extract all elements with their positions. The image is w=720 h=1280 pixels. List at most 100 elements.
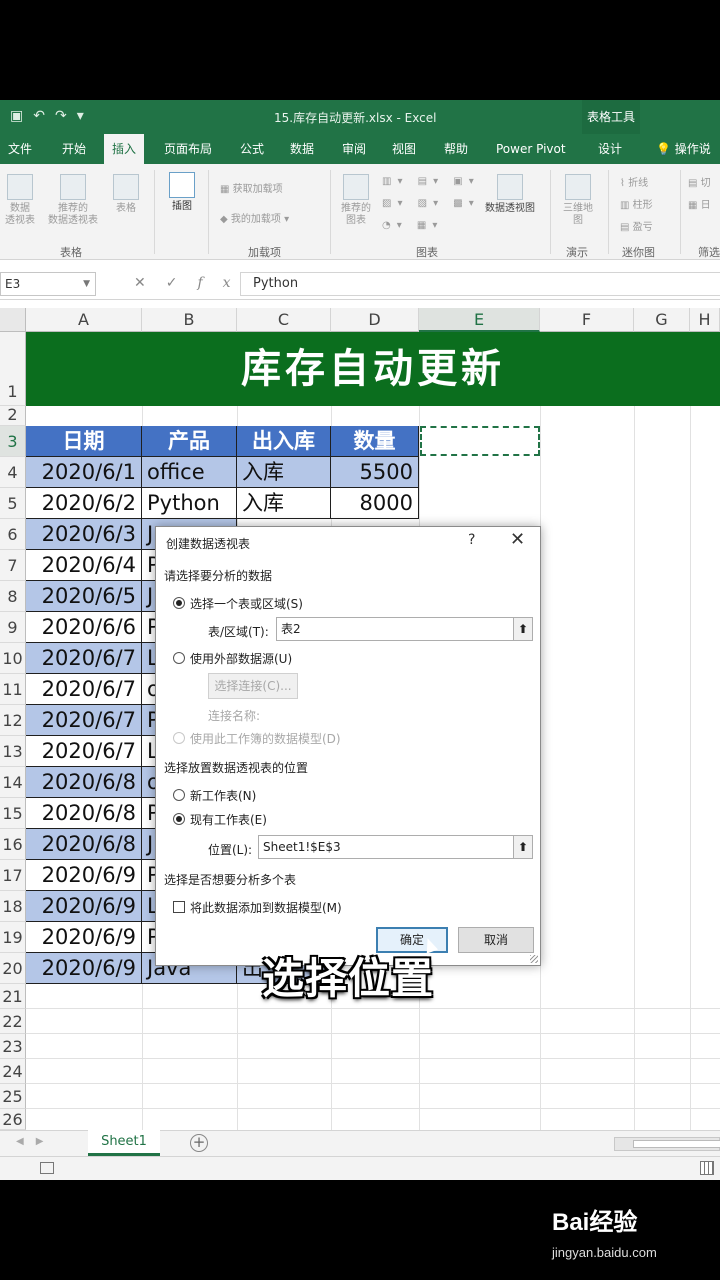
select-all-corner[interactable] [0, 308, 26, 332]
recommended-charts-button[interactable]: 推荐的 图表 [336, 174, 376, 227]
row-header-16[interactable]: 16 [0, 829, 26, 860]
add-to-data-model-checkbox[interactable] [173, 901, 185, 913]
table-cell[interactable]: 2020/6/1 [26, 457, 142, 488]
column-header-b[interactable]: B [142, 308, 237, 332]
radio-external-source-label[interactable]: 使用外部数据源(U) [190, 650, 292, 667]
row-header-2[interactable]: 2 [0, 406, 26, 426]
tab-help[interactable]: 帮助 [436, 134, 476, 164]
column-header-a[interactable]: A [26, 308, 142, 332]
cancel-icon[interactable]: ✕ [134, 275, 166, 291]
row-header-5[interactable]: 5 [0, 488, 26, 519]
chart-types-row3[interactable]: ◔▾ ▦▾ [382, 220, 443, 231]
table-cell[interactable]: office [142, 457, 237, 488]
radio-data-model[interactable] [173, 732, 185, 744]
help-icon[interactable]: ? [468, 532, 475, 548]
table-cell[interactable]: 2020/6/9 [26, 922, 142, 953]
row-header-8[interactable]: 8 [0, 581, 26, 612]
row-header-11[interactable]: 11 [0, 674, 26, 705]
row-header-1[interactable]: 1 [0, 332, 26, 406]
row-header-19[interactable]: 19 [0, 922, 26, 953]
tab-page-layout[interactable]: 页面布局 [156, 134, 220, 164]
row-header-25[interactable]: 25 [0, 1084, 26, 1109]
row-header-24[interactable]: 24 [0, 1059, 26, 1084]
row-header-26[interactable]: 26 [0, 1109, 26, 1130]
radio-data-model-label[interactable]: 使用此工作簿的数据模型(D) [190, 730, 341, 747]
my-addins-button[interactable]: ◆ 我的加载项 ▾ [220, 210, 289, 225]
macro-record-icon[interactable] [40, 1162, 54, 1174]
tab-review[interactable]: 审阅 [334, 134, 374, 164]
row-header-13[interactable]: 13 [0, 736, 26, 767]
column-header-c[interactable]: C [237, 308, 331, 332]
row-header-14[interactable]: 14 [0, 767, 26, 798]
column-header-g[interactable]: G [634, 308, 690, 332]
table-cell[interactable]: 入库 [237, 488, 331, 519]
slicer-button[interactable]: ▤ 切 [688, 174, 711, 189]
table-cell[interactable]: 2020/6/8 [26, 767, 142, 798]
location-input[interactable]: Sheet1!$E$3 ⬆ [258, 835, 533, 859]
tell-me[interactable]: 💡 操作说明 [648, 134, 720, 186]
radio-external-source[interactable] [173, 652, 185, 664]
table-cell[interactable]: 2020/6/6 [26, 612, 142, 643]
row-header-17[interactable]: 17 [0, 860, 26, 891]
table-cell[interactable]: 2020/6/2 [26, 488, 142, 519]
table-cell[interactable]: Python [142, 488, 237, 519]
pivot-table-button[interactable]: 数据 透视表 [2, 174, 38, 227]
sheet-tab-sheet1[interactable]: Sheet1 [88, 1130, 160, 1156]
table-cell[interactable]: 入库 [237, 457, 331, 488]
table-header-in-out[interactable]: 出入库 [237, 426, 331, 457]
radio-table-range-label[interactable]: 选择一个表或区域(S) [190, 595, 303, 612]
selected-cell-e3[interactable] [420, 426, 540, 456]
close-icon[interactable]: ✕ [510, 529, 525, 550]
recommended-pivot-button[interactable]: 推荐的 数据透视表 [42, 174, 104, 227]
radio-existing-worksheet-label[interactable]: 现有工作表(E) [190, 811, 267, 828]
table-cell[interactable]: 2020/6/3 [26, 519, 142, 550]
enter-icon[interactable]: ✓ [166, 275, 198, 291]
pivot-chart-button[interactable]: 数据透视图 [474, 174, 546, 215]
formula-input[interactable]: Python [240, 272, 720, 296]
radio-existing-worksheet[interactable] [173, 813, 185, 825]
table-cell[interactable]: 2020/6/8 [26, 798, 142, 829]
range-picker-icon[interactable]: ⬆ [513, 617, 533, 641]
table-header-product[interactable]: 产品 [142, 426, 237, 457]
sheet-nav-arrows[interactable]: ◀▶ [16, 1136, 55, 1147]
column-header-e[interactable]: E [419, 308, 540, 332]
tab-data[interactable]: 数据 [282, 134, 322, 164]
horizontal-scrollbar[interactable] [614, 1137, 720, 1151]
table-cell[interactable]: 2020/6/7 [26, 643, 142, 674]
tab-view[interactable]: 视图 [384, 134, 424, 164]
get-addins-button[interactable]: ▦ 获取加载项 [220, 180, 283, 195]
row-header-10[interactable]: 10 [0, 643, 26, 674]
radio-table-range[interactable] [173, 597, 185, 609]
timeline-button[interactable]: ▦ 日 [688, 196, 711, 211]
name-box[interactable]: E3 ▼ [0, 272, 96, 296]
table-header-date[interactable]: 日期 [26, 426, 142, 457]
resize-grip-icon[interactable] [530, 955, 538, 963]
row-header-3[interactable]: 3 [0, 426, 26, 457]
table-cell[interactable]: 2020/6/7 [26, 736, 142, 767]
table-button[interactable]: 表格 [108, 174, 144, 215]
sparkline-column-button[interactable]: ▥ 柱形 [620, 196, 653, 211]
table-cell[interactable]: 2020/6/9 [26, 860, 142, 891]
choose-connection-button[interactable]: 选择连接(C)... [208, 673, 298, 699]
table-cell[interactable]: 2020/6/7 [26, 705, 142, 736]
row-header-7[interactable]: 7 [0, 550, 26, 581]
column-header-f[interactable]: F [540, 308, 634, 332]
radio-new-worksheet-label[interactable]: 新工作表(N) [190, 787, 256, 804]
row-header-22[interactable]: 22 [0, 1009, 26, 1034]
sparkline-line-button[interactable]: ⌇ 折线 [620, 174, 648, 189]
row-header-12[interactable]: 12 [0, 705, 26, 736]
row-header-20[interactable]: 20 [0, 953, 26, 984]
add-to-data-model-label[interactable]: 将此数据添加到数据模型(M) [190, 899, 342, 916]
illustrations-button[interactable]: 插图 [164, 172, 200, 213]
tab-power-pivot[interactable]: Power Pivot [488, 134, 574, 164]
tab-insert[interactable]: 插入 [104, 134, 145, 164]
row-header-21[interactable]: 21 [0, 984, 26, 1009]
table-cell[interactable]: 2020/6/7 [26, 674, 142, 705]
chart-types-row1[interactable]: ▥▾ ▤▾ ▣▾ [382, 176, 480, 187]
tab-file[interactable]: 文件 [0, 134, 40, 164]
radio-new-worksheet[interactable] [173, 789, 185, 801]
3d-map-button[interactable]: 三维地 图 [558, 174, 598, 227]
column-header-h[interactable]: H [690, 308, 720, 332]
normal-view-icon[interactable] [700, 1161, 714, 1175]
chevron-down-icon[interactable]: ▼ [83, 273, 90, 295]
